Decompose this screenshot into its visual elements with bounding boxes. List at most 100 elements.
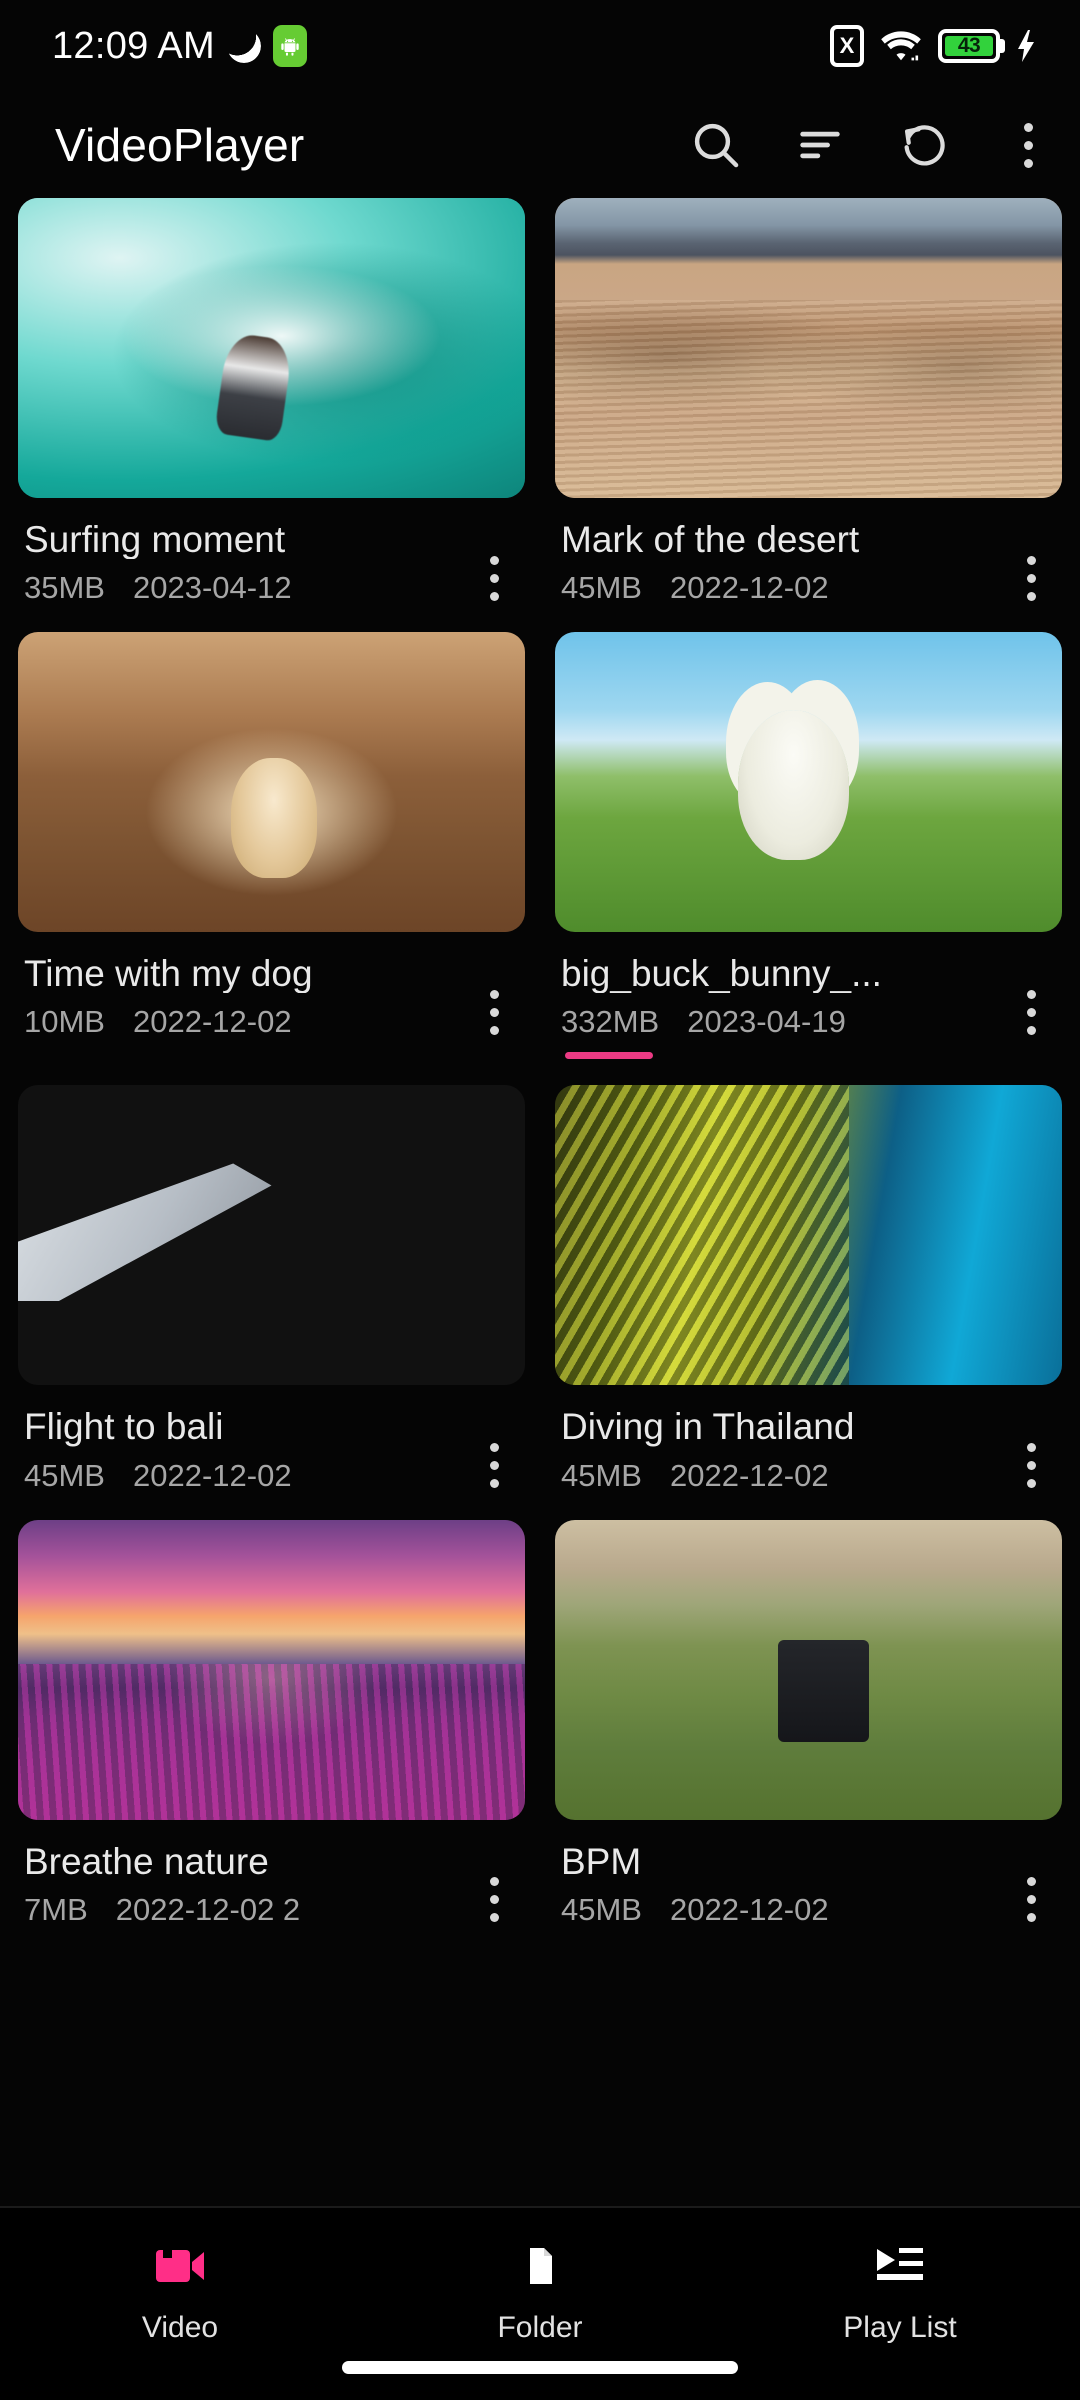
nav-label-playlist: Play List xyxy=(843,2311,957,2344)
video-meta: BPM 45MB 2022-12-02 xyxy=(555,1820,1062,1928)
more-vertical-icon xyxy=(489,1877,499,1923)
search-button[interactable] xyxy=(664,93,768,197)
more-vertical-icon xyxy=(1026,555,1036,601)
overflow-menu-button[interactable] xyxy=(976,93,1080,197)
video-card[interactable]: Time with my dog 10MB 2022-12-02 xyxy=(18,632,525,1085)
video-card[interactable]: Surfing moment 35MB 2023-04-12 xyxy=(18,198,525,632)
nav-item-folder[interactable]: Folder xyxy=(362,2238,718,2345)
video-subinfo: 45MB 2022-12-02 xyxy=(561,1892,1056,1928)
video-overflow-button[interactable] xyxy=(467,1866,521,1934)
video-date: 2022-12-02 xyxy=(669,570,829,606)
thumbnail-artwork xyxy=(18,1519,525,1820)
video-size: 45MB xyxy=(561,1891,642,1927)
more-vertical-icon xyxy=(489,1442,499,1488)
video-subinfo: 45MB 2022-12-02 xyxy=(561,1458,1056,1494)
search-icon xyxy=(688,117,744,173)
sort-icon xyxy=(794,119,846,171)
video-size: 10MB xyxy=(24,1004,105,1040)
video-overflow-button[interactable] xyxy=(1004,978,1058,1046)
video-overflow-button[interactable] xyxy=(1004,1431,1058,1499)
video-meta: Mark of the desert 45MB 2022-12-02 xyxy=(555,498,1062,606)
battery-percent: 43 xyxy=(945,34,993,57)
battery-icon: 43 xyxy=(938,29,1000,63)
status-time: 12:09 AM xyxy=(52,24,215,67)
more-vertical-icon xyxy=(489,555,499,601)
sort-button[interactable] xyxy=(768,93,872,197)
video-subinfo: 45MB 2022-12-02 xyxy=(561,570,1056,606)
status-bar: 12:09 AM X 43 xyxy=(0,0,1080,92)
app-toolbar: VideoPlayer xyxy=(0,92,1080,198)
video-thumbnail[interactable] xyxy=(18,632,525,933)
more-vertical-icon xyxy=(1023,122,1033,168)
more-vertical-icon xyxy=(489,989,499,1035)
video-thumbnail[interactable] xyxy=(555,198,1062,498)
video-size: 35MB xyxy=(24,570,105,606)
video-meta: Surfing moment 35MB 2023-04-12 xyxy=(18,498,525,606)
thumbnail-artwork xyxy=(18,632,525,933)
video-card[interactable]: BPM 45MB 2022-12-02 xyxy=(555,1519,1062,1954)
sim-missing-icon: X xyxy=(830,25,864,67)
video-date: 2022-12-02 xyxy=(669,1457,829,1493)
video-meta: Flight to bali 45MB 2022-12-02 xyxy=(18,1385,525,1493)
video-date: 2022-12-02 xyxy=(132,1457,292,1493)
video-thumbnail[interactable] xyxy=(555,1519,1062,1820)
video-date: 2022-12-02 xyxy=(132,1004,292,1040)
video-subinfo: 45MB 2022-12-02 xyxy=(24,1458,519,1494)
video-overflow-button[interactable] xyxy=(467,1431,521,1499)
video-meta: big_buck_bunny_... 332MB 2023-04-19 xyxy=(555,932,1062,1060)
video-date: 2022-12-02 xyxy=(669,1891,829,1927)
video-thumbnail[interactable] xyxy=(555,632,1062,933)
video-overflow-button[interactable] xyxy=(1004,1866,1058,1934)
video-subinfo: 10MB 2022-12-02 xyxy=(24,1004,519,1040)
video-title: Diving in Thailand xyxy=(561,1407,855,1447)
nav-label-folder: Folder xyxy=(497,2311,583,2344)
thumbnail-artwork xyxy=(18,1085,525,1385)
video-card[interactable]: Diving in Thailand 45MB 2022-12-02 xyxy=(555,1085,1062,1519)
nav-item-playlist[interactable]: Play List xyxy=(722,2238,1078,2345)
video-date: 2023-04-12 xyxy=(132,570,292,606)
video-overflow-button[interactable] xyxy=(1004,544,1058,612)
video-subinfo: 35MB 2023-04-12 xyxy=(24,570,519,606)
more-vertical-icon xyxy=(1026,1877,1036,1923)
video-size: 332MB xyxy=(561,1004,660,1040)
refresh-button[interactable] xyxy=(872,93,976,197)
video-title: Breathe nature xyxy=(24,1841,269,1881)
thumbnail-artwork xyxy=(555,1519,1062,1820)
page-title: VideoPlayer xyxy=(55,119,305,171)
video-meta: Diving in Thailand 45MB 2022-12-02 xyxy=(555,1385,1062,1493)
video-grid[interactable]: Surfing moment 35MB 2023-04-12 Mark of the … xyxy=(0,198,1080,2206)
video-meta: Breathe nature 7MB 2022-12-02 2 xyxy=(18,1820,525,1928)
video-card[interactable]: Flight to bali 45MB 2022-12-02 xyxy=(18,1085,525,1519)
video-subinfo: 332MB 2023-04-19 xyxy=(561,1004,1056,1040)
video-subinfo: 7MB 2022-12-02 2 xyxy=(24,1892,519,1928)
watch-progress-bar xyxy=(565,1052,653,1060)
video-title: Flight to bali xyxy=(24,1407,224,1447)
video-title: BPM xyxy=(561,1841,642,1881)
video-overflow-button[interactable] xyxy=(467,544,521,612)
video-thumbnail[interactable] xyxy=(18,1519,525,1820)
video-title: Surfing moment xyxy=(24,520,286,560)
video-overflow-button[interactable] xyxy=(467,978,521,1046)
video-title: big_buck_bunny_... xyxy=(561,954,882,994)
app-screen: 12:09 AM X 43 VideoPlayer Surfing moment… xyxy=(0,0,1080,2400)
more-vertical-icon xyxy=(1026,1442,1036,1488)
folder-icon xyxy=(516,2238,564,2294)
thumbnail-artwork xyxy=(18,198,525,498)
nav-item-video[interactable]: Video xyxy=(2,2238,358,2345)
video-card[interactable]: Breathe nature 7MB 2022-12-02 2 xyxy=(18,1519,525,1954)
video-size: 45MB xyxy=(24,1457,105,1493)
thumbnail-artwork xyxy=(555,632,1062,933)
video-date: 2022-12-02 2 xyxy=(115,1891,301,1927)
status-bar-right: X 43 xyxy=(830,25,1038,67)
video-title: Time with my dog xyxy=(24,954,313,994)
video-thumbnail[interactable] xyxy=(555,1085,1062,1386)
video-card[interactable]: big_buck_bunny_... 332MB 2023-04-19 xyxy=(555,632,1062,1085)
video-size: 45MB xyxy=(561,1457,642,1493)
video-card[interactable]: Mark of the desert 45MB 2022-12-02 xyxy=(555,198,1062,632)
wifi-icon xyxy=(880,28,922,64)
home-indicator[interactable] xyxy=(342,2361,738,2374)
video-thumbnail[interactable] xyxy=(18,1085,525,1386)
video-thumbnail[interactable] xyxy=(18,198,525,498)
video-meta: Time with my dog 10MB 2022-12-02 xyxy=(18,932,525,1040)
thumbnail-artwork xyxy=(555,1085,1062,1386)
